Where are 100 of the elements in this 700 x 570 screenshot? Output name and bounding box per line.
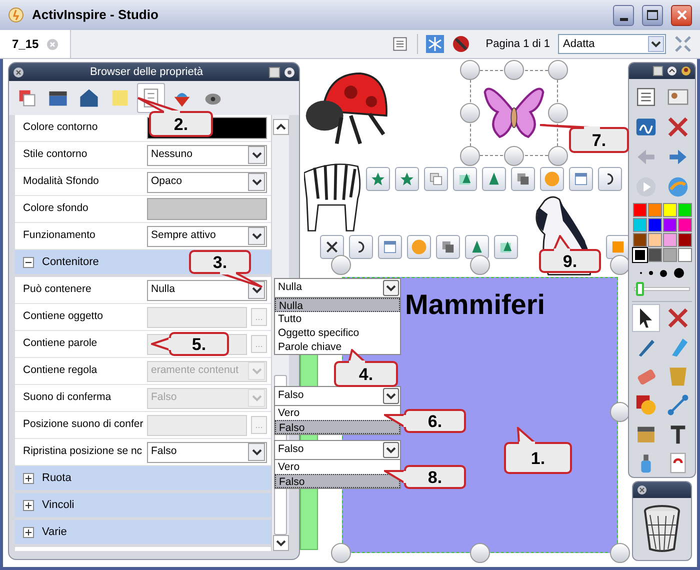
property-label: Colore contorno (22, 120, 99, 136)
property-select[interactable]: Opaco (147, 172, 267, 192)
scroll-down-icon[interactable] (272, 535, 288, 551)
dropdown-option[interactable]: Oggetto specifico (275, 326, 400, 340)
object-tool-button[interactable] (598, 167, 622, 191)
color-swatch[interactable] (632, 218, 646, 232)
pen-size-dot-icon[interactable] (674, 268, 684, 278)
property-select[interactable]: Nulla (147, 280, 267, 300)
callout-tooltip: 9. (539, 235, 601, 273)
window-icon[interactable] (269, 66, 280, 78)
window-icon (573, 171, 589, 187)
color-swatch[interactable] (678, 248, 692, 262)
object-tool-button[interactable] (320, 235, 344, 259)
collapse-icon[interactable] (23, 256, 34, 268)
square-icon (610, 239, 626, 255)
property-label: Ripristina posizione se nc (22, 444, 144, 460)
page-view-icon (390, 35, 409, 53)
property-select[interactable]: Nessuno (147, 144, 267, 166)
color-swatch[interactable] (678, 203, 692, 217)
object-tool-button[interactable] (436, 235, 460, 259)
callout-tooltip: 7. (539, 124, 629, 153)
property-label: Contiene regola (22, 363, 98, 378)
section-header[interactable]: Varie (15, 520, 271, 547)
star-icon (399, 171, 415, 187)
play-icon (634, 174, 658, 198)
close-icon (676, 10, 686, 20)
color-swatch[interactable] (632, 203, 646, 217)
section-label: Ruota (42, 470, 72, 486)
dropdown-option[interactable]: Falso (275, 420, 400, 434)
color-swatch[interactable] (648, 233, 662, 247)
callout-tooltip: 2. (137, 97, 213, 137)
circle-icon (544, 171, 560, 187)
dropdown-option[interactable]: Falso (275, 474, 400, 488)
window-icon (382, 239, 398, 255)
close-icon[interactable] (13, 66, 24, 78)
property-label: Funzionamento (22, 228, 96, 244)
property-label: Posizione suono di confer (22, 417, 144, 432)
section-label: Vincoli (42, 498, 74, 513)
star-icon (370, 171, 386, 187)
color-swatch[interactable] (662, 203, 676, 217)
tool-button[interactable] (632, 304, 660, 332)
snowflake-icon[interactable] (426, 35, 444, 53)
color-swatch[interactable] (678, 233, 692, 247)
maximize-button[interactable] (642, 4, 663, 26)
object-tool-button[interactable] (349, 235, 373, 259)
chevron-down-icon (386, 284, 396, 292)
zoom-select[interactable]: Adatta (558, 34, 666, 54)
profile-icon[interactable] (681, 66, 691, 76)
width-slider[interactable] (634, 282, 690, 296)
app-logo-icon (8, 7, 24, 23)
chevron-down-icon (252, 286, 262, 294)
color-swatch[interactable] (662, 233, 676, 247)
callout-tooltip: 6. (384, 409, 466, 433)
maximize-icon (647, 10, 658, 20)
dropdown-select[interactable]: Falso (274, 386, 401, 406)
document-tab[interactable]: 7_15 (0, 30, 71, 58)
dropdown-select[interactable]: Nulla (274, 278, 401, 298)
expand-icon[interactable] (23, 526, 34, 538)
minimize-button[interactable] (613, 4, 634, 26)
trash-bin-icon[interactable] (642, 505, 682, 553)
property-select[interactable]: Sempre attivo (147, 226, 267, 246)
tab-label: 7_15 (12, 36, 39, 53)
pen-size-dot-icon[interactable] (660, 270, 667, 276)
chevron-down-icon (252, 448, 262, 456)
chevron-down-icon (252, 232, 262, 240)
no-entry-icon[interactable] (452, 35, 470, 53)
chevron-down-icon (651, 40, 661, 48)
dropdown-option[interactable]: Nulla (275, 298, 400, 312)
scroll-up-icon[interactable] (272, 119, 288, 135)
expand-icon[interactable] (23, 500, 34, 510)
expand-icon[interactable] (23, 472, 34, 484)
color-swatch[interactable] (648, 203, 662, 217)
canvas-title: Mammiferi (405, 289, 546, 320)
color-swatch[interactable] (648, 248, 662, 262)
callout-tooltip: 4. (334, 349, 398, 387)
section-header[interactable]: Vincoli (15, 493, 271, 520)
window-icon[interactable] (653, 66, 663, 76)
property-select[interactable]: Falso (147, 442, 267, 462)
globe-icon (666, 174, 690, 198)
dropdown-select[interactable]: Falso (274, 440, 401, 460)
fullscreen-icon[interactable] (674, 35, 692, 53)
dropdown-option[interactable]: Tutto (275, 312, 400, 326)
color-swatch[interactable] (678, 218, 692, 232)
close-icon[interactable] (637, 485, 647, 495)
object-tool-button[interactable] (511, 167, 535, 191)
squares-icon (515, 171, 531, 187)
section-label: Varie (42, 524, 67, 540)
close-button[interactable] (671, 4, 692, 26)
collapse-icon[interactable] (667, 66, 677, 76)
color-swatch[interactable] (632, 233, 646, 247)
color-swatch[interactable] (662, 218, 676, 232)
connector-icon (666, 393, 690, 417)
triangle-icon (457, 171, 473, 187)
slider-thumb[interactable] (636, 282, 644, 296)
color-swatch[interactable] (648, 218, 662, 232)
pin-icon[interactable] (284, 66, 295, 78)
pen-size-dot-icon[interactable] (649, 271, 653, 275)
color-swatch[interactable] (662, 248, 676, 262)
color-swatch[interactable] (147, 198, 267, 220)
section-header[interactable]: Ruota (15, 466, 271, 493)
